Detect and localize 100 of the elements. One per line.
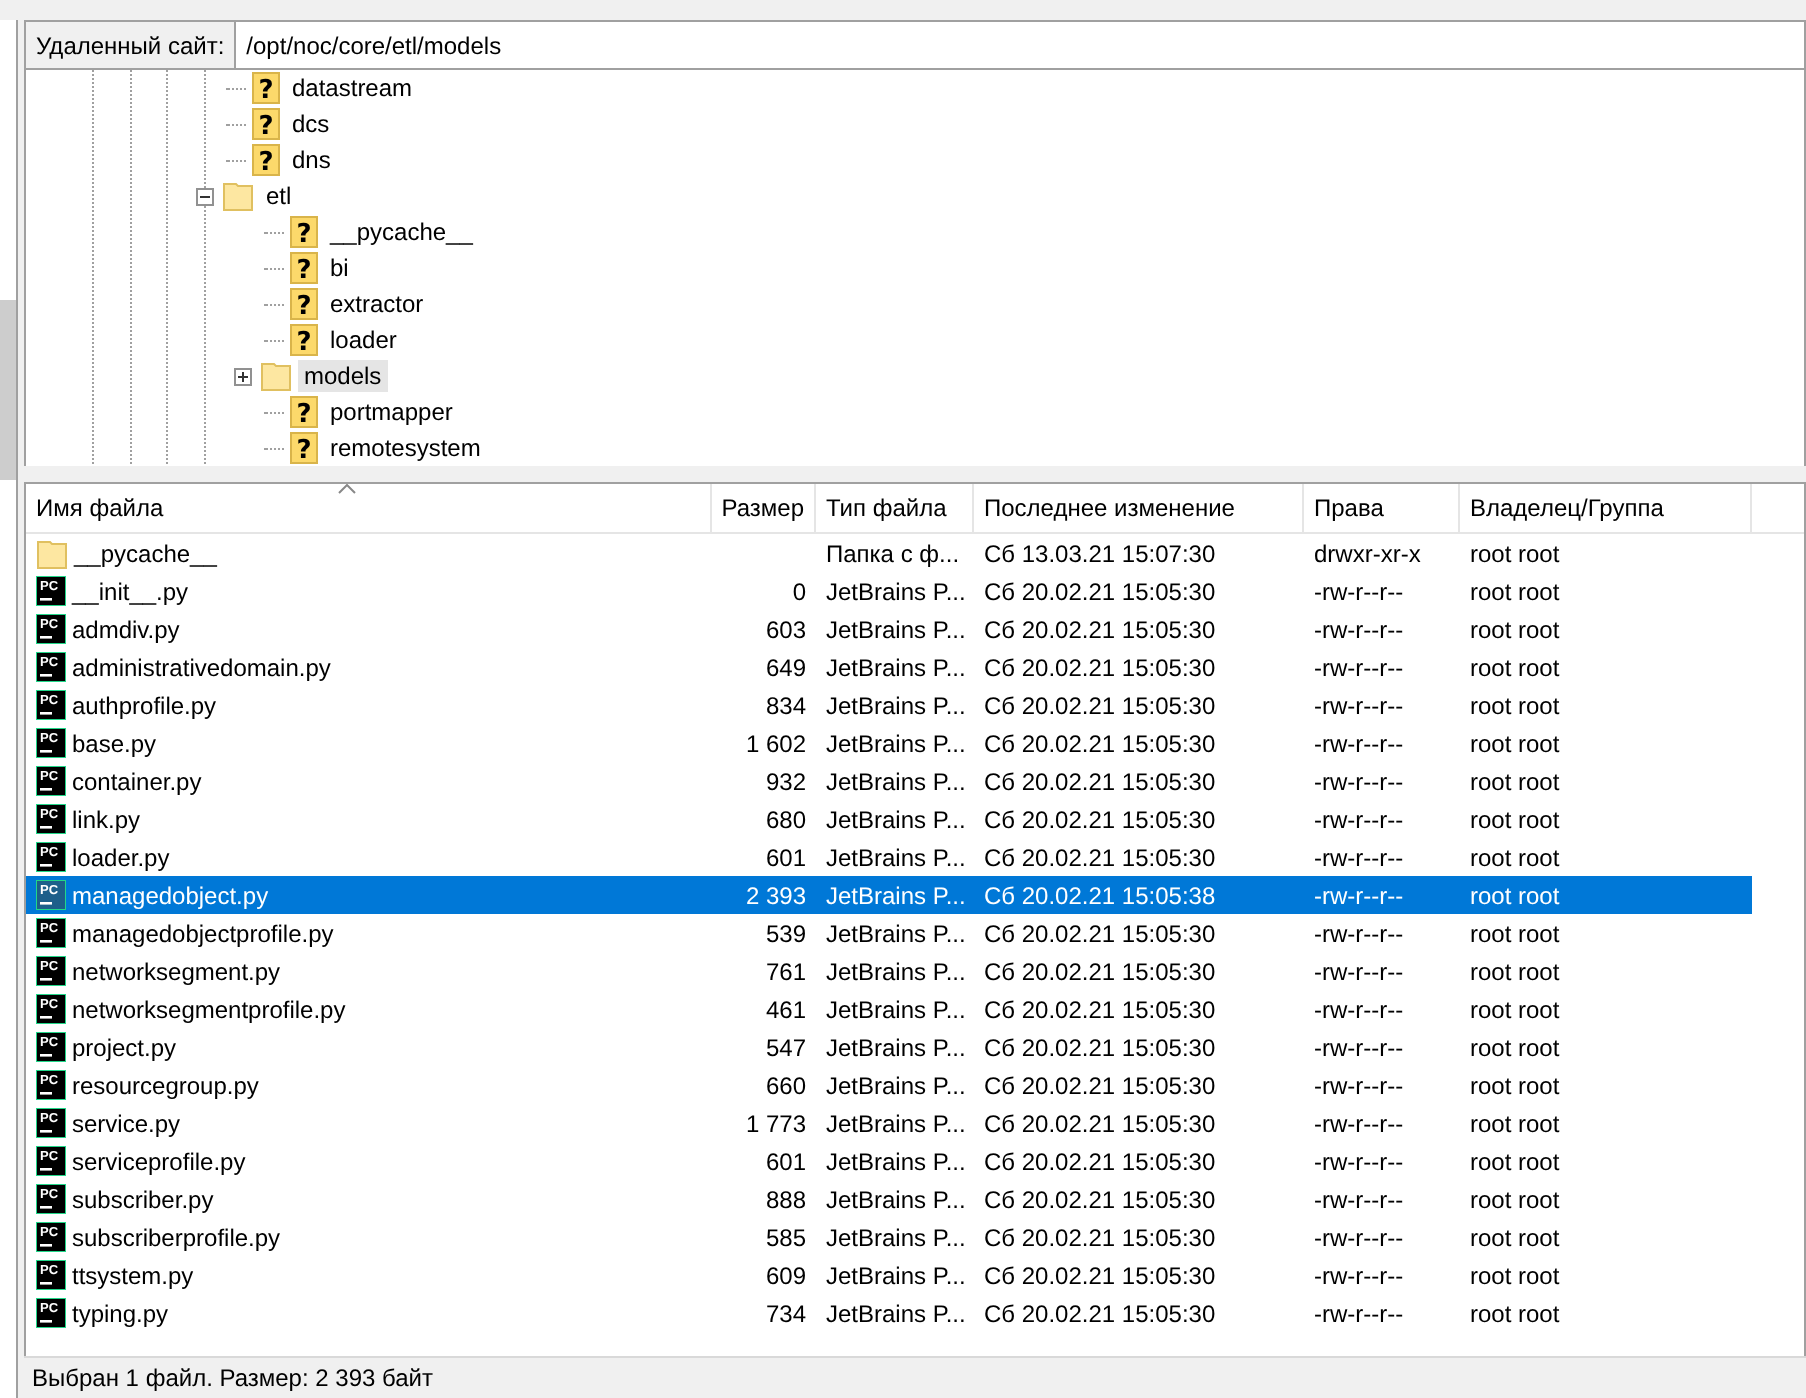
table-cell: 539 bbox=[765, 919, 806, 947]
expand-button[interactable] bbox=[234, 367, 252, 385]
table-cell: JetBrains P... bbox=[826, 577, 966, 605]
plus-icon bbox=[236, 369, 250, 383]
table-cell: root root bbox=[1470, 577, 1560, 605]
unknown-file-icon: ? bbox=[252, 144, 280, 176]
table-cell: JetBrains P... bbox=[826, 767, 966, 795]
column-header[interactable]: Имя файла bbox=[26, 484, 712, 532]
column-header[interactable]: Владелец/Группа bbox=[1460, 484, 1752, 532]
tree-item[interactable]: __pycache__ bbox=[324, 216, 479, 248]
table-cell: root root bbox=[1470, 653, 1560, 681]
table-cell: 609 bbox=[765, 1261, 806, 1289]
scrollbar-thumb[interactable] bbox=[0, 300, 16, 480]
table-cell: JetBrains P... bbox=[826, 1033, 966, 1061]
table-cell: JetBrains P... bbox=[826, 1109, 966, 1137]
table-cell: -rw-r--r-- bbox=[1314, 1185, 1404, 1213]
table-cell: -rw-r--r-- bbox=[1314, 1109, 1404, 1137]
table-cell: JetBrains P... bbox=[826, 843, 966, 871]
column-header[interactable]: Права bbox=[1304, 484, 1460, 532]
table-cell: 932 bbox=[765, 767, 806, 795]
table-cell: -rw-r--r-- bbox=[1314, 957, 1404, 985]
table-cell: JetBrains P... bbox=[826, 691, 966, 719]
table-cell: 834 bbox=[765, 691, 806, 719]
table-cell: 603 bbox=[765, 615, 806, 643]
unknown-file-icon: ? bbox=[290, 432, 318, 464]
tree-item[interactable]: models bbox=[298, 360, 388, 392]
table-cell: 1 773 bbox=[745, 1109, 806, 1137]
file-row[interactable]: __pycache__ Папка с ф... Сб 13.03.21 15:07:30 drwxr-xr-x root root bbox=[26, 534, 1752, 572]
table-cell: -rw-r--r-- bbox=[1314, 1071, 1404, 1099]
file-name: service.py bbox=[72, 1109, 181, 1137]
table-cell: Сб 20.02.21 15:05:30 bbox=[984, 1109, 1216, 1137]
tree-item[interactable]: extractor bbox=[324, 288, 430, 320]
table-cell: 585 bbox=[765, 1223, 806, 1251]
table-cell: Папка с ф... bbox=[826, 539, 960, 567]
table-cell: Сб 20.02.21 15:05:38 bbox=[984, 881, 1216, 909]
table-cell: JetBrains P... bbox=[826, 957, 966, 985]
table-cell: Сб 20.02.21 15:05:30 bbox=[984, 1299, 1216, 1327]
file-name: __pycache__ bbox=[74, 539, 217, 567]
file-name: serviceprofile.py bbox=[72, 1147, 246, 1175]
table-cell: JetBrains P... bbox=[826, 881, 966, 909]
table-cell: Сб 20.02.21 15:05:30 bbox=[984, 1033, 1216, 1061]
tree-item[interactable]: loader bbox=[324, 324, 403, 356]
file-name: ttsystem.py bbox=[72, 1261, 194, 1289]
column-header[interactable]: Размер bbox=[712, 484, 816, 532]
tree-item[interactable]: bi bbox=[324, 252, 355, 284]
table-cell: root root bbox=[1470, 1223, 1560, 1251]
file-name: managedobject.py bbox=[72, 881, 269, 909]
tree-item[interactable]: datastream bbox=[286, 72, 419, 104]
table-cell: root root bbox=[1470, 729, 1560, 757]
table-cell: Сб 20.02.21 15:05:30 bbox=[984, 767, 1216, 795]
collapse-button[interactable] bbox=[196, 187, 214, 205]
table-cell: -rw-r--r-- bbox=[1314, 1033, 1404, 1061]
table-cell: 601 bbox=[765, 1147, 806, 1175]
table-cell: root root bbox=[1470, 691, 1560, 719]
table-cell: root root bbox=[1470, 1109, 1560, 1137]
table-cell: 547 bbox=[765, 1033, 806, 1061]
table-cell: JetBrains P... bbox=[826, 653, 966, 681]
unknown-file-icon: ? bbox=[290, 252, 318, 284]
unknown-file-icon: ? bbox=[252, 72, 280, 104]
file-name: networksegmentprofile.py bbox=[72, 995, 346, 1023]
table-cell: 888 bbox=[765, 1185, 806, 1213]
table-cell: 761 bbox=[765, 957, 806, 985]
file-name: admdiv.py bbox=[72, 615, 180, 643]
table-cell: JetBrains P... bbox=[826, 1185, 966, 1213]
table-cell: -rw-r--r-- bbox=[1314, 805, 1404, 833]
table-cell: -rw-r--r-- bbox=[1314, 1299, 1404, 1327]
file-name: link.py bbox=[72, 805, 141, 833]
column-header[interactable]: Тип файла bbox=[816, 484, 974, 532]
table-cell: 649 bbox=[765, 653, 806, 681]
table-cell: 680 bbox=[765, 805, 806, 833]
table-cell: root root bbox=[1470, 1033, 1560, 1061]
tree-item[interactable]: dcs bbox=[286, 108, 336, 140]
tree-item[interactable]: remotesystem bbox=[324, 432, 487, 464]
tree-item[interactable]: portmapper bbox=[324, 396, 459, 428]
file-name: managedobjectprofile.py bbox=[72, 919, 334, 947]
table-cell: Сб 20.02.21 15:05:30 bbox=[984, 1071, 1216, 1099]
table-cell: -rw-r--r-- bbox=[1314, 843, 1404, 871]
file-name: project.py bbox=[72, 1033, 177, 1061]
table-cell: JetBrains P... bbox=[826, 1299, 966, 1327]
tree-item[interactable]: dns bbox=[286, 144, 337, 176]
table-cell: JetBrains P... bbox=[826, 1223, 966, 1251]
file-name: container.py bbox=[72, 767, 202, 795]
table-cell: -rw-r--r-- bbox=[1314, 995, 1404, 1023]
table-cell: root root bbox=[1470, 1299, 1560, 1327]
tree-item[interactable]: etl bbox=[260, 180, 298, 212]
table-cell: 461 bbox=[765, 995, 806, 1023]
table-cell: -rw-r--r-- bbox=[1314, 919, 1404, 947]
file-name: subscriber.py bbox=[72, 1185, 214, 1213]
file-name: authprofile.py bbox=[72, 691, 217, 719]
table-cell: -rw-r--r-- bbox=[1314, 691, 1404, 719]
table-cell: Сб 20.02.21 15:05:30 bbox=[984, 1185, 1216, 1213]
table-cell: root root bbox=[1470, 615, 1560, 643]
table-cell: Сб 20.02.21 15:05:30 bbox=[984, 653, 1216, 681]
table-cell: Сб 20.02.21 15:05:30 bbox=[984, 1261, 1216, 1289]
folder-icon bbox=[222, 180, 254, 212]
table-cell: -rw-r--r-- bbox=[1314, 729, 1404, 757]
table-cell: Сб 20.02.21 15:05:30 bbox=[984, 957, 1216, 985]
unknown-file-icon: ? bbox=[290, 216, 318, 248]
column-header[interactable]: Последнее изменение bbox=[974, 484, 1304, 532]
table-cell: JetBrains P... bbox=[826, 729, 966, 757]
